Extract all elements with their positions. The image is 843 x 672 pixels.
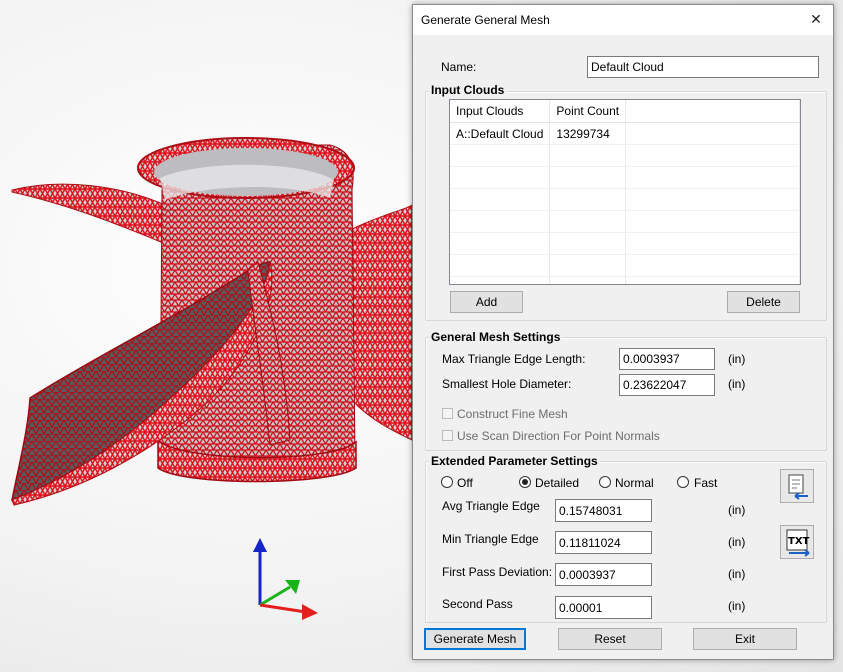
scan-direction-label: Use Scan Direction For Point Normals [457,429,660,443]
scan-direction-checkbox[interactable] [442,430,453,441]
avg-edge-label: Avg Triangle Edge [442,499,540,513]
load-parameters-icon [788,474,808,500]
hole-label: Smallest Hole Diameter: [442,377,572,391]
mode-label-off: Off [457,476,473,490]
fine-mesh-checkbox[interactable] [442,408,453,419]
delete-button[interactable]: Delete [727,291,800,313]
avg-edge-input[interactable] [555,499,652,522]
txt-icon-label: TXT [788,536,810,547]
mode-radio-detailed[interactable] [519,476,531,488]
cloud-name-cell: A::Default Cloud [450,122,551,145]
mode-label-fast: Fast [694,476,718,490]
extended-settings-title: Extended Parameter Settings [429,454,600,468]
load-parameters-button[interactable] [780,469,814,503]
name-label: Name: [441,60,477,74]
exit-button[interactable]: Exit [693,628,797,650]
mode-radio-fast[interactable] [677,476,689,488]
second-pass-unit: (in) [728,599,746,613]
dialog-title: Generate General Mesh [421,13,550,27]
fine-mesh-label: Construct Fine Mesh [457,407,568,421]
second-pass-input[interactable] [555,596,652,619]
dialog-titlebar[interactable]: Generate General Mesh ✕ [413,5,833,35]
input-clouds-list[interactable]: Input Clouds Point Count A::Default Clou… [449,99,801,285]
min-edge-unit: (in) [728,535,746,549]
column-header-input-clouds[interactable]: Input Clouds [450,100,551,123]
first-pass-input[interactable] [555,563,652,586]
close-icon[interactable]: ✕ [799,5,833,35]
mode-label-detailed: Detailed [535,476,580,490]
mode-radio-off[interactable] [441,476,453,488]
reset-button[interactable]: Reset [558,628,662,650]
export-txt-button[interactable]: TXT [780,525,814,559]
mode-label-normal: Normal [615,476,654,490]
point-count-cell: 13299734 [549,122,627,145]
first-pass-label: First Pass Deviation: [442,565,553,579]
axis-triad [253,538,318,620]
min-edge-input[interactable] [555,531,652,554]
column-header-point-count[interactable]: Point Count [549,100,627,123]
add-button[interactable]: Add [450,291,523,313]
max-edge-input[interactable] [619,348,715,370]
max-edge-unit: (in) [728,352,746,366]
generate-mesh-dialog: Generate General Mesh ✕ Name: Input Clou… [412,4,834,660]
avg-edge-unit: (in) [728,503,746,517]
hole-unit: (in) [728,377,746,391]
general-settings-title: General Mesh Settings [429,330,563,344]
name-input[interactable] [587,56,819,78]
input-clouds-title: Input Clouds [429,83,507,97]
mode-radio-normal[interactable] [599,476,611,488]
min-edge-label: Min Triangle Edge [442,532,539,546]
generate-mesh-button[interactable]: Generate Mesh [424,628,526,650]
first-pass-unit: (in) [728,567,746,581]
second-pass-label: Second Pass [442,597,513,611]
table-row[interactable]: A::Default Cloud 13299734 [450,122,800,145]
hole-diameter-input[interactable] [619,374,715,396]
max-edge-label: Max Triangle Edge Length: [442,352,586,366]
